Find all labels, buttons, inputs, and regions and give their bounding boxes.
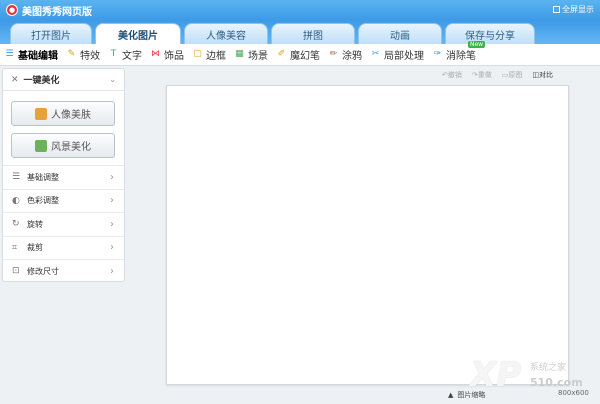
tool-text[interactable]: T 文字 bbox=[104, 44, 146, 66]
image-canvas[interactable] bbox=[166, 85, 569, 385]
text-icon: T bbox=[110, 49, 117, 59]
scene-icon: ▦ bbox=[235, 49, 244, 59]
magic-pen-icon: ✐ bbox=[277, 49, 286, 59]
redo-button[interactable]: ↷重做 bbox=[472, 70, 492, 80]
tool-frame[interactable]: ▢ 边框 bbox=[188, 44, 230, 66]
palette-icon: ◐ bbox=[12, 195, 20, 206]
adjust-icon: ☰ bbox=[12, 172, 21, 183]
list-item-basic-adjust[interactable]: ☰ 基础调整 › bbox=[3, 165, 124, 189]
chevron-right-icon: › bbox=[110, 218, 114, 230]
list-item-crop[interactable]: ⌗ 裁剪 › bbox=[3, 235, 124, 260]
undo-button[interactable]: ↶撤销 bbox=[442, 70, 462, 80]
sliders-icon: ☰ bbox=[5, 49, 14, 59]
chevron-right-icon: › bbox=[110, 195, 114, 207]
original-button[interactable]: ▭原图 bbox=[502, 70, 523, 80]
rotate-icon: ↻ bbox=[12, 219, 20, 230]
chevron-right-icon: › bbox=[110, 265, 114, 277]
tool-scene[interactable]: ▦ 场景 bbox=[230, 44, 272, 66]
compare-icon: ◫ bbox=[532, 71, 539, 79]
list-item-rotate[interactable]: ↻ 旋转 › bbox=[3, 212, 124, 236]
new-badge: New bbox=[468, 41, 486, 48]
compare-button[interactable]: ◫对比 bbox=[532, 70, 553, 80]
triangle-up-icon: ▲ bbox=[448, 391, 454, 399]
title-bar: ● 美图秀秀网页版 全屏显示 bbox=[0, 0, 600, 20]
beautify-tool-row: ☰ 基础编辑 ✎ 特效 T 文字 ⋈ 饰品 ▢ 边框 ▦ 场景 ✐ 魔幻笔 ✏ 涂鸦 ✂ 局部处理… bbox=[0, 44, 600, 66]
tool-basic-edit[interactable]: ☰ 基础编辑 bbox=[0, 44, 62, 66]
image-size-readout: 800x600 bbox=[558, 389, 589, 397]
chevron-right-icon: › bbox=[110, 171, 114, 183]
chevron-down-icon: ⌄ bbox=[109, 75, 116, 84]
tool-magic-pen[interactable]: ✐ 魔幻笔 bbox=[272, 44, 324, 66]
magic-wand-icon: ✎ bbox=[67, 49, 76, 59]
watermark-site-cn: 系统之家 bbox=[530, 363, 567, 373]
window-title: 美图秀秀网页版 bbox=[22, 6, 92, 18]
resize-icon: ⊡ bbox=[12, 266, 20, 277]
portrait-beautify-button[interactable]: 人像美肤 bbox=[11, 101, 115, 126]
one-click-beautify-header[interactable]: ✕ 一键美化 ⌄ bbox=[3, 69, 124, 91]
pin-icon: ✂ bbox=[371, 49, 380, 59]
tool-local-process[interactable]: ✂ 局部处理 bbox=[366, 44, 428, 66]
eraser-icon: ✑ bbox=[433, 49, 442, 59]
tab-save-share[interactable]: 保存与分享 bbox=[445, 23, 535, 44]
brush-icon: ✏ bbox=[329, 49, 338, 59]
history-toolbar: ↶撤销 ↷重做 ▭原图 ◫对比 bbox=[442, 68, 553, 82]
magic-icon: ✕ bbox=[11, 74, 19, 85]
tab-animation[interactable]: 动画 bbox=[358, 23, 442, 44]
main-tab-bar: 打开图片 美化图片 人像美容 拼图 动画 保存与分享 bbox=[0, 20, 600, 45]
tool-graffiti[interactable]: ✏ 涂鸦 bbox=[324, 44, 366, 66]
tab-open-image[interactable]: 打开图片 bbox=[10, 23, 92, 44]
left-panel: ✕ 一键美化 ⌄ 人像美肤 风景美化 ☰ 基础调整 › ◐ 色彩调整 › ↻ 旋转 › ⌗ 裁… bbox=[2, 68, 125, 282]
list-item-resize[interactable]: ⊡ 修改尺寸 › bbox=[3, 259, 124, 283]
fullscreen-label: 全屏显示 bbox=[562, 5, 594, 14]
tab-beautify-image[interactable]: 美化图片 bbox=[95, 23, 181, 45]
landscape-beautify-button[interactable]: 风景美化 bbox=[11, 133, 115, 158]
adjust-list: ☰ 基础调整 › ◐ 色彩调整 › ↻ 旋转 › ⌗ 裁剪 › ⊡ 修改尺寸 › bbox=[3, 165, 124, 283]
watermark-site-num: 510.com bbox=[530, 376, 583, 389]
bow-icon: ⋈ bbox=[151, 49, 160, 59]
tab-portrait-beauty[interactable]: 人像美容 bbox=[184, 23, 268, 44]
portrait-icon bbox=[35, 107, 47, 120]
app-logo-icon: ● bbox=[6, 4, 18, 16]
landscape-icon bbox=[35, 139, 47, 152]
tool-effects[interactable]: ✎ 特效 bbox=[62, 44, 104, 66]
tool-accessories[interactable]: ⋈ 饰品 bbox=[146, 44, 188, 66]
fullscreen-button[interactable]: 全屏显示 bbox=[553, 4, 594, 15]
crop-icon: ⌗ bbox=[12, 242, 18, 253]
chevron-right-icon: › bbox=[110, 242, 114, 254]
frame-icon: ▢ bbox=[193, 49, 202, 59]
watermark-logo: XP bbox=[470, 355, 522, 395]
tab-collage[interactable]: 拼图 bbox=[271, 23, 355, 44]
fullscreen-icon bbox=[553, 6, 560, 13]
list-item-color-adjust[interactable]: ◐ 色彩调整 › bbox=[3, 188, 124, 213]
